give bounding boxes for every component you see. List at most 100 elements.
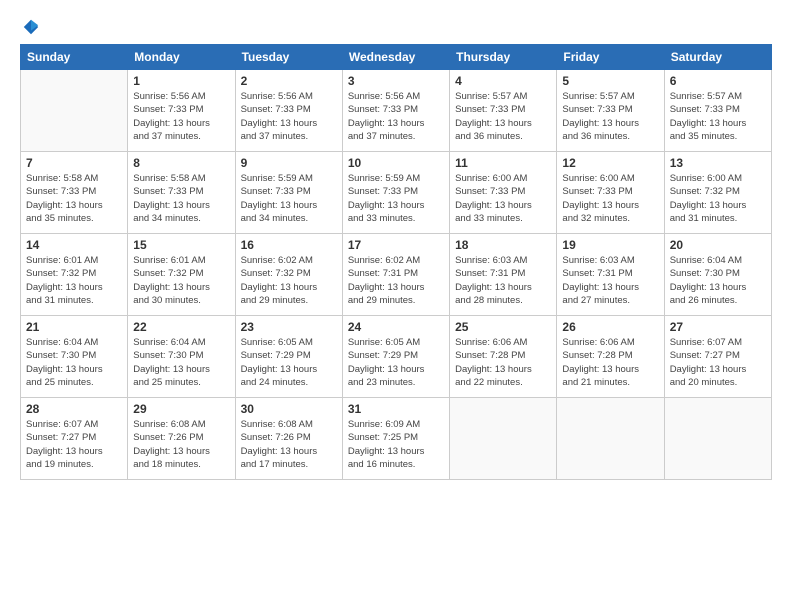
day-number: 21 <box>26 320 122 334</box>
calendar-cell <box>664 398 771 480</box>
day-info: Sunrise: 6:07 AM Sunset: 7:27 PM Dayligh… <box>670 336 766 389</box>
calendar-cell: 11Sunrise: 6:00 AM Sunset: 7:33 PM Dayli… <box>450 152 557 234</box>
day-number: 5 <box>562 74 658 88</box>
day-number: 19 <box>562 238 658 252</box>
day-info: Sunrise: 6:05 AM Sunset: 7:29 PM Dayligh… <box>241 336 337 389</box>
day-info: Sunrise: 6:03 AM Sunset: 7:31 PM Dayligh… <box>562 254 658 307</box>
day-info: Sunrise: 5:59 AM Sunset: 7:33 PM Dayligh… <box>348 172 444 225</box>
calendar-cell: 28Sunrise: 6:07 AM Sunset: 7:27 PM Dayli… <box>21 398 128 480</box>
calendar-cell: 21 Sunrise: 6:04 AM Sunset: 7:30 PM Dayli… <box>21 316 128 398</box>
day-info: Sunrise: 5:56 AM Sunset: 7:33 PM Dayligh… <box>133 90 229 143</box>
day-info: Sunrise: 6:00 AM Sunset: 7:33 PM Dayligh… <box>562 172 658 225</box>
day-number: 30 <box>241 402 337 416</box>
calendar-cell: 24 Sunrise: 6:05 AM Sunset: 7:29 PM Dayli… <box>342 316 449 398</box>
day-number: 24 <box>348 320 444 334</box>
calendar-cell: 4Sunrise: 5:57 AM Sunset: 7:33 PM Daylig… <box>450 70 557 152</box>
calendar-cell: 13 Sunrise: 6:00 AM Sunset: 7:32 PM Dayli… <box>664 152 771 234</box>
day-number: 2 <box>241 74 337 88</box>
calendar-table: SundayMondayTuesdayWednesdayThursdayFrid… <box>20 44 772 480</box>
day-number: 23 <box>241 320 337 334</box>
day-info: Sunrise: 6:09 AM Sunset: 7:25 PM Dayligh… <box>348 418 444 471</box>
day-number: 28 <box>26 402 122 416</box>
calendar-cell: 29 Sunrise: 6:08 AM Sunset: 7:26 PM Dayli… <box>128 398 235 480</box>
day-number: 16 <box>241 238 337 252</box>
day-number: 7 <box>26 156 122 170</box>
day-number: 20 <box>670 238 766 252</box>
day-info: Sunrise: 6:03 AM Sunset: 7:31 PM Dayligh… <box>455 254 551 307</box>
calendar-cell: 19 Sunrise: 6:03 AM Sunset: 7:31 PM Dayli… <box>557 234 664 316</box>
header-row: SundayMondayTuesdayWednesdayThursdayFrid… <box>21 45 772 70</box>
day-info: Sunrise: 6:04 AM Sunset: 7:30 PM Dayligh… <box>26 336 122 389</box>
calendar-cell: 30 Sunrise: 6:08 AM Sunset: 7:26 PM Dayli… <box>235 398 342 480</box>
day-number: 26 <box>562 320 658 334</box>
day-info: Sunrise: 5:57 AM Sunset: 7:33 PM Dayligh… <box>670 90 766 143</box>
header <box>20 18 772 36</box>
week-row-3: 14 Sunrise: 6:01 AM Sunset: 7:32 PM Dayli… <box>21 234 772 316</box>
day-number: 9 <box>241 156 337 170</box>
day-number: 25 <box>455 320 551 334</box>
day-header-tuesday: Tuesday <box>235 45 342 70</box>
calendar-cell: 15Sunrise: 6:01 AM Sunset: 7:32 PM Dayli… <box>128 234 235 316</box>
day-info: Sunrise: 6:00 AM Sunset: 7:32 PM Dayligh… <box>670 172 766 225</box>
week-row-5: 28Sunrise: 6:07 AM Sunset: 7:27 PM Dayli… <box>21 398 772 480</box>
calendar-cell: 12Sunrise: 6:00 AM Sunset: 7:33 PM Dayli… <box>557 152 664 234</box>
day-info: Sunrise: 6:04 AM Sunset: 7:30 PM Dayligh… <box>133 336 229 389</box>
day-number: 3 <box>348 74 444 88</box>
day-header-monday: Monday <box>128 45 235 70</box>
day-info: Sunrise: 6:08 AM Sunset: 7:26 PM Dayligh… <box>241 418 337 471</box>
day-info: Sunrise: 5:56 AM Sunset: 7:33 PM Dayligh… <box>241 90 337 143</box>
day-info: Sunrise: 6:06 AM Sunset: 7:28 PM Dayligh… <box>562 336 658 389</box>
day-info: Sunrise: 6:02 AM Sunset: 7:32 PM Dayligh… <box>241 254 337 307</box>
calendar-cell: 17 Sunrise: 6:02 AM Sunset: 7:31 PM Dayli… <box>342 234 449 316</box>
week-row-4: 21 Sunrise: 6:04 AM Sunset: 7:30 PM Dayli… <box>21 316 772 398</box>
day-number: 27 <box>670 320 766 334</box>
calendar-cell <box>450 398 557 480</box>
day-header-sunday: Sunday <box>21 45 128 70</box>
day-number: 6 <box>670 74 766 88</box>
calendar-cell: 1 Sunrise: 5:56 AM Sunset: 7:33 PM Daylig… <box>128 70 235 152</box>
day-number: 14 <box>26 238 122 252</box>
day-info: Sunrise: 5:57 AM Sunset: 7:33 PM Dayligh… <box>562 90 658 143</box>
logo <box>20 18 40 36</box>
day-number: 10 <box>348 156 444 170</box>
day-info: Sunrise: 6:02 AM Sunset: 7:31 PM Dayligh… <box>348 254 444 307</box>
day-number: 8 <box>133 156 229 170</box>
logo-icon <box>22 18 40 36</box>
calendar-cell: 23 Sunrise: 6:05 AM Sunset: 7:29 PM Dayli… <box>235 316 342 398</box>
calendar-cell: 14 Sunrise: 6:01 AM Sunset: 7:32 PM Dayli… <box>21 234 128 316</box>
day-number: 17 <box>348 238 444 252</box>
day-number: 18 <box>455 238 551 252</box>
day-number: 22 <box>133 320 229 334</box>
calendar-cell: 16 Sunrise: 6:02 AM Sunset: 7:32 PM Dayli… <box>235 234 342 316</box>
calendar-cell: 27 Sunrise: 6:07 AM Sunset: 7:27 PM Dayli… <box>664 316 771 398</box>
calendar-cell: 26 Sunrise: 6:06 AM Sunset: 7:28 PM Dayli… <box>557 316 664 398</box>
day-info: Sunrise: 6:08 AM Sunset: 7:26 PM Dayligh… <box>133 418 229 471</box>
calendar-cell: 20Sunrise: 6:04 AM Sunset: 7:30 PM Dayli… <box>664 234 771 316</box>
day-info: Sunrise: 5:59 AM Sunset: 7:33 PM Dayligh… <box>241 172 337 225</box>
week-row-1: 1 Sunrise: 5:56 AM Sunset: 7:33 PM Daylig… <box>21 70 772 152</box>
day-number: 4 <box>455 74 551 88</box>
calendar-cell: 8Sunrise: 5:58 AM Sunset: 7:33 PM Daylig… <box>128 152 235 234</box>
day-header-wednesday: Wednesday <box>342 45 449 70</box>
day-info: Sunrise: 5:56 AM Sunset: 7:33 PM Dayligh… <box>348 90 444 143</box>
day-header-thursday: Thursday <box>450 45 557 70</box>
day-number: 31 <box>348 402 444 416</box>
day-info: Sunrise: 6:05 AM Sunset: 7:29 PM Dayligh… <box>348 336 444 389</box>
calendar-cell: 2 Sunrise: 5:56 AM Sunset: 7:33 PM Daylig… <box>235 70 342 152</box>
day-number: 13 <box>670 156 766 170</box>
day-number: 15 <box>133 238 229 252</box>
calendar-cell: 22 Sunrise: 6:04 AM Sunset: 7:30 PM Dayli… <box>128 316 235 398</box>
week-row-2: 7 Sunrise: 5:58 AM Sunset: 7:33 PM Daylig… <box>21 152 772 234</box>
day-number: 1 <box>133 74 229 88</box>
calendar-cell: 10 Sunrise: 5:59 AM Sunset: 7:33 PM Dayli… <box>342 152 449 234</box>
calendar-cell <box>557 398 664 480</box>
calendar-cell: 3 Sunrise: 5:56 AM Sunset: 7:33 PM Daylig… <box>342 70 449 152</box>
calendar-cell: 5 Sunrise: 5:57 AM Sunset: 7:33 PM Daylig… <box>557 70 664 152</box>
day-number: 11 <box>455 156 551 170</box>
calendar-cell: 31 Sunrise: 6:09 AM Sunset: 7:25 PM Dayli… <box>342 398 449 480</box>
calendar-cell: 7 Sunrise: 5:58 AM Sunset: 7:33 PM Daylig… <box>21 152 128 234</box>
day-number: 29 <box>133 402 229 416</box>
day-info: Sunrise: 5:58 AM Sunset: 7:33 PM Dayligh… <box>26 172 122 225</box>
day-info: Sunrise: 6:06 AM Sunset: 7:28 PM Dayligh… <box>455 336 551 389</box>
day-info: Sunrise: 6:01 AM Sunset: 7:32 PM Dayligh… <box>26 254 122 307</box>
